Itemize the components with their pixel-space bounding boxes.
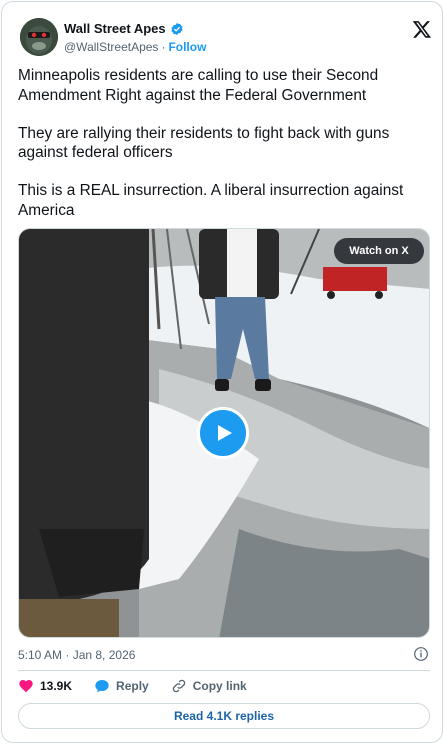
like-count: 13.9K — [40, 679, 73, 693]
author-name-row: Wall Street Apes — [64, 21, 184, 36]
x-logo-icon[interactable] — [412, 19, 432, 39]
read-replies-button[interactable]: Read 4.1K replies — [18, 703, 430, 729]
tweet-paragraph: This is a REAL insurrection. A liberal i… — [18, 182, 404, 219]
separator-dot: · — [161, 40, 166, 54]
play-button[interactable] — [197, 407, 249, 459]
author-name[interactable]: Wall Street Apes — [64, 21, 166, 36]
reply-bubble-icon — [95, 680, 109, 693]
tweet-paragraph: They are rallying their residents to fig… — [18, 124, 390, 162]
copy-link-button[interactable]: Copy link — [171, 678, 247, 694]
watch-on-x-button[interactable]: Watch on X — [334, 238, 424, 264]
verified-badge-icon — [171, 22, 183, 35]
author-handle-row: @WallStreetApes · Follow — [64, 40, 206, 54]
tweet-paragraph: Minneapolis residents are calling to use… — [18, 67, 379, 104]
follow-button[interactable]: Follow — [168, 40, 206, 54]
reply-button[interactable]: Reply — [94, 678, 149, 694]
link-icon — [172, 679, 185, 693]
copy-link-label: Copy link — [192, 679, 247, 693]
tweet-text: Minneapolis residents are calling to use… — [18, 66, 426, 239]
play-icon — [218, 425, 232, 441]
divider — [18, 670, 430, 671]
avatar[interactable] — [20, 18, 58, 56]
like-button[interactable]: 13.9K — [18, 678, 72, 694]
action-bar: 13.9K Reply Copy link — [18, 678, 269, 694]
timestamp[interactable]: 5:10 AM · Jan 8, 2026 — [18, 648, 135, 662]
reply-label: Reply — [116, 679, 149, 693]
info-icon[interactable] — [413, 646, 429, 662]
heart-icon — [19, 680, 33, 693]
author-handle[interactable]: @WallStreetApes — [64, 40, 158, 54]
